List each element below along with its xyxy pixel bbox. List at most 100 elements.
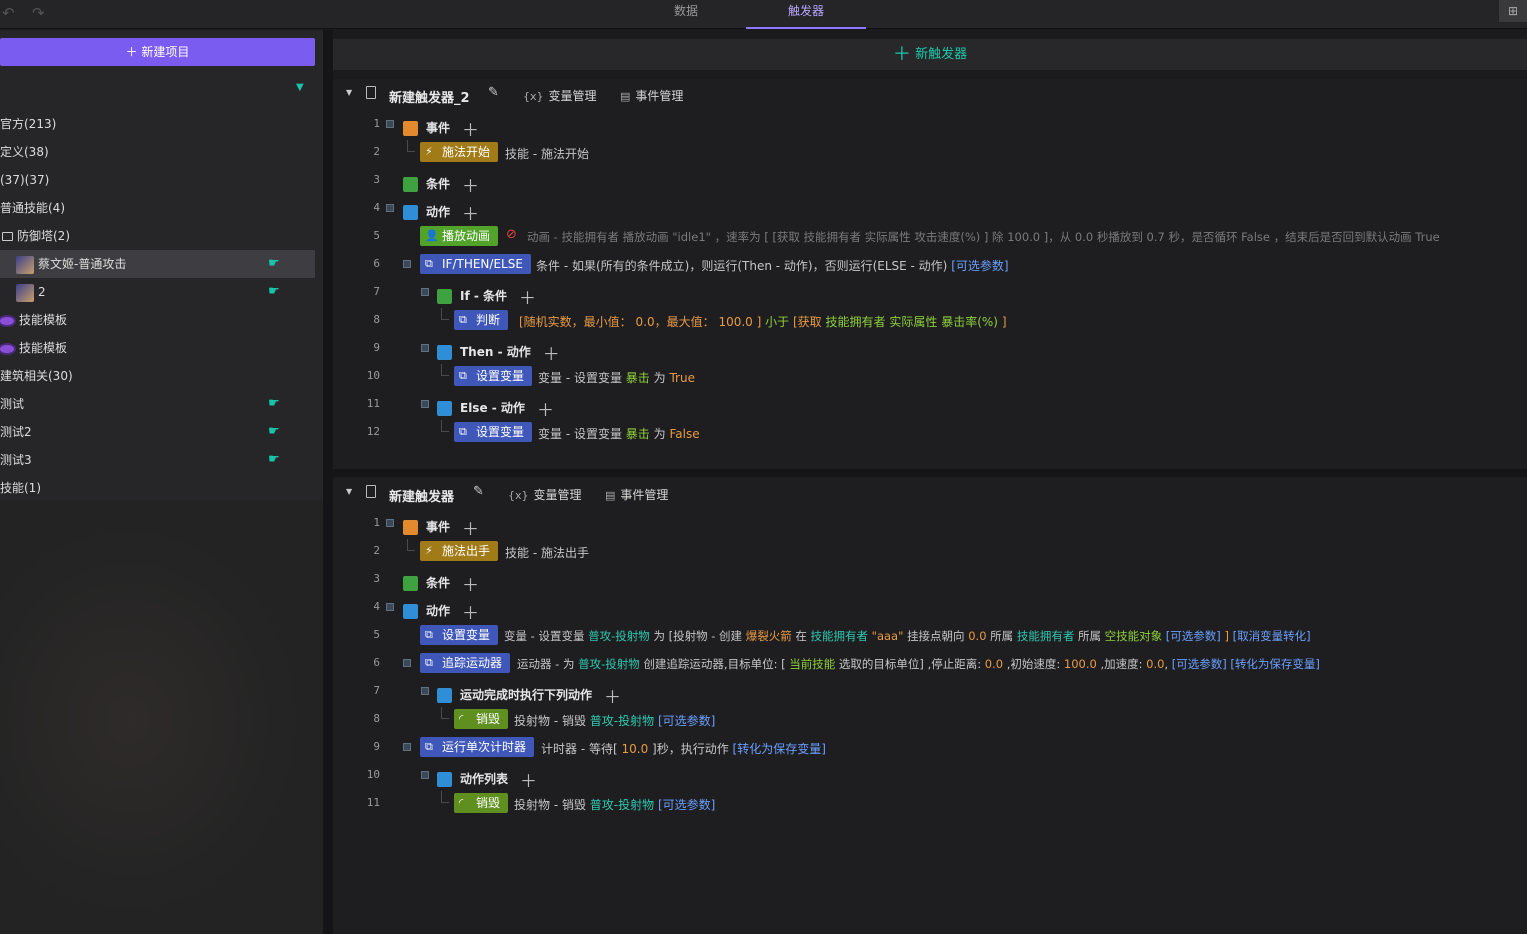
sidebar-item[interactable]: (37)(37) (0, 166, 315, 194)
value-link[interactable]: 技能拥有者 (826, 315, 886, 329)
tree-row[interactable]: 4 动作＋ (333, 194, 1527, 225)
hand-icon[interactable]: ☛ (268, 278, 280, 306)
toggle-icon[interactable] (403, 260, 411, 268)
tree-row[interactable]: 12 ⧉ 设置变量 变量 - 设置变量 暴击 为 False (333, 418, 1527, 446)
value-link[interactable]: 技能拥有者 (1017, 629, 1075, 643)
action-chip[interactable]: ⧉ 运行单次计时器 (420, 737, 535, 757)
value-link[interactable]: 空技能对象 (1105, 629, 1163, 643)
panel-icon[interactable]: ⊞ (1499, 0, 1527, 22)
hand-icon[interactable]: ☛ (268, 250, 280, 278)
value-link[interactable]: 0.0 (636, 315, 655, 329)
sidebar-item[interactable]: 2 ☛ (0, 278, 315, 306)
toggle-icon[interactable] (386, 120, 394, 128)
trigger-title[interactable]: 新建触发器_2 (389, 87, 470, 106)
toggle-icon[interactable] (421, 400, 429, 408)
tab-triggers[interactable]: 触发器 (746, 0, 866, 29)
tree-row[interactable]: 6 ⧉ IF/THEN/ELSE 条件 - 如果(所有的条件成立)，则运行(Then … (333, 250, 1527, 278)
operator-link[interactable]: 小于 (765, 315, 789, 329)
sidebar-item[interactable]: 官方(213) (0, 110, 315, 138)
tree-row[interactable]: 10 ⧉ 设置变量 变量 - 设置变量 暴击 为 True (333, 362, 1527, 390)
event-chip[interactable]: ⚡ 施法开始 (420, 142, 499, 162)
toggle-icon[interactable] (421, 687, 429, 695)
toggle-icon[interactable] (386, 204, 394, 212)
collapse-icon[interactable]: ▼ (346, 88, 352, 97)
action-chip[interactable]: ⧉ 设置变量 (454, 422, 533, 442)
hand-icon[interactable]: ☛ (268, 446, 280, 474)
tree-row[interactable]: 2 ⚡ 施法开始 技能 - 施法开始 (333, 138, 1527, 166)
tree-row[interactable]: 10 动作列表＋ (333, 761, 1527, 792)
hand-icon[interactable]: ☛ (268, 418, 280, 446)
value-link[interactable]: False (669, 427, 699, 441)
tree-row[interactable]: 1 事件＋ (333, 110, 1527, 141)
convert-save-link[interactable]: [转化为保存变量] (733, 742, 826, 756)
collapse-icon[interactable]: ▼ (346, 487, 352, 496)
condition-chip[interactable]: ⧉ 判断 (454, 310, 509, 330)
action-chip[interactable]: ⧉ 设置变量 (454, 366, 533, 386)
value-link[interactable]: "aaa" (872, 629, 904, 643)
disabled-icon[interactable]: ⊘ (506, 227, 517, 242)
sidebar-item[interactable]: 测试2 ☛ (0, 418, 315, 446)
optional-params-link[interactable]: [可选参数] (658, 798, 715, 812)
tree-row[interactable]: 8 ⧉ 判断 [随机实数，最小值： 0.0，最大值： 100.0 ] 小于 [获取 技… (333, 306, 1527, 334)
sidebar-item[interactable]: 技能模板 (0, 306, 315, 334)
action-chip[interactable]: ⧉ IF/THEN/ELSE (420, 254, 531, 274)
event-chip[interactable]: ⚡ 施法出手 (420, 541, 499, 561)
tree-row[interactable]: 3 条件＋ (333, 565, 1527, 596)
sidebar-item[interactable]: 定义(38) (0, 138, 315, 166)
optional-params-link[interactable]: [可选参数] (1172, 657, 1227, 671)
variable-link[interactable]: 普攻-投射物 (578, 657, 640, 671)
sidebar-item[interactable]: 普通技能(4) (0, 194, 315, 222)
variable-link[interactable]: 暴击 (626, 427, 650, 441)
chevron-down-icon[interactable]: ▼ (296, 82, 304, 93)
optional-params-link[interactable]: [可选参数] (658, 714, 715, 728)
redo-icon[interactable]: ↷ (32, 4, 45, 22)
toggle-icon[interactable] (421, 288, 429, 296)
value-link[interactable]: 0.0 (968, 629, 986, 643)
value-link[interactable]: 暴击率(%) (941, 315, 998, 329)
action-chip[interactable]: ⧉ 追踪运动器 (420, 653, 511, 673)
value-link[interactable]: 100.0 (1064, 657, 1097, 671)
toggle-icon[interactable] (403, 659, 411, 667)
variable-link[interactable]: 暴击 (626, 371, 650, 385)
toggle-icon[interactable] (403, 743, 411, 751)
value-link[interactable]: 技能拥有者 (811, 629, 869, 643)
value-link[interactable]: 实际属性 (889, 315, 937, 329)
sidebar-item[interactable]: 测试3 ☛ (0, 446, 315, 474)
variable-manager-button[interactable]: {x} 变量管理 (523, 87, 597, 104)
convert-save-link[interactable]: [转化为保存变量] (1230, 657, 1319, 671)
edit-icon[interactable]: ✎ (473, 484, 484, 499)
action-chip[interactable]: ◜ 销毁 (454, 709, 509, 729)
new-trigger-button[interactable]: ＋ 新触发器 (333, 39, 1527, 70)
variable-manager-button[interactable]: {x} 变量管理 (508, 486, 582, 503)
splitter[interactable] (323, 30, 333, 934)
tree-row[interactable]: 8 ◜ 销毁 投射物 - 销毁 普攻-投射物 [可选参数] (333, 705, 1527, 733)
sidebar-item-selected[interactable]: 蔡文姬-普通攻击 ☛ (0, 250, 315, 278)
sidebar-item[interactable]: 建筑相关(30) (0, 362, 315, 390)
tree-row[interactable]: 11 Else - 动作＋ (333, 390, 1527, 421)
edit-icon[interactable]: ✎ (488, 85, 499, 100)
value-link[interactable]: 10.0 (621, 742, 648, 756)
tree-row[interactable]: 2 ⚡ 施法出手 技能 - 施法出手 (333, 537, 1527, 565)
value-link[interactable]: 0.0 (985, 657, 1003, 671)
value-link[interactable]: True (669, 371, 695, 385)
action-chip[interactable]: ◜ 销毁 (454, 793, 509, 813)
tree-row[interactable]: 3 条件＋ (333, 166, 1527, 197)
value-link[interactable]: 当前技能 (789, 657, 835, 671)
variable-link[interactable]: 普攻-投射物 (588, 629, 650, 643)
variable-link[interactable]: 普攻-投射物 (590, 714, 654, 728)
trigger-title[interactable]: 新建触发器 (389, 486, 454, 505)
undo-icon[interactable]: ↶ (2, 4, 15, 22)
variable-link[interactable]: 普攻-投射物 (590, 798, 654, 812)
action-chip[interactable]: ⧉ 设置变量 (420, 625, 499, 645)
action-chip[interactable]: 👤 播放动画 (420, 226, 499, 246)
tree-row[interactable]: 7 运动完成时执行下列动作＋ (333, 677, 1527, 708)
event-manager-button[interactable]: ▤ 事件管理 (620, 87, 683, 104)
toggle-icon[interactable] (386, 603, 394, 611)
tree-row[interactable]: 9 ⧉ 运行单次计时器 计时器 - 等待[ 10.0 ]秒，执行动作 [转化为保存变量… (333, 733, 1527, 761)
tree-row[interactable]: 9 Then - 动作＋ (333, 334, 1527, 365)
new-project-button[interactable]: ＋ 新建项目 (0, 38, 315, 66)
tree-row[interactable]: 5 👤 播放动画 ⊘ 动画 - 技能拥有者 播放动画 "idle1" ，速率为 [ [获… (333, 222, 1527, 250)
toggle-icon[interactable] (386, 519, 394, 527)
sidebar-item[interactable]: 技能模板 (0, 334, 315, 362)
optional-params-link[interactable]: [可选参数] (951, 259, 1008, 273)
